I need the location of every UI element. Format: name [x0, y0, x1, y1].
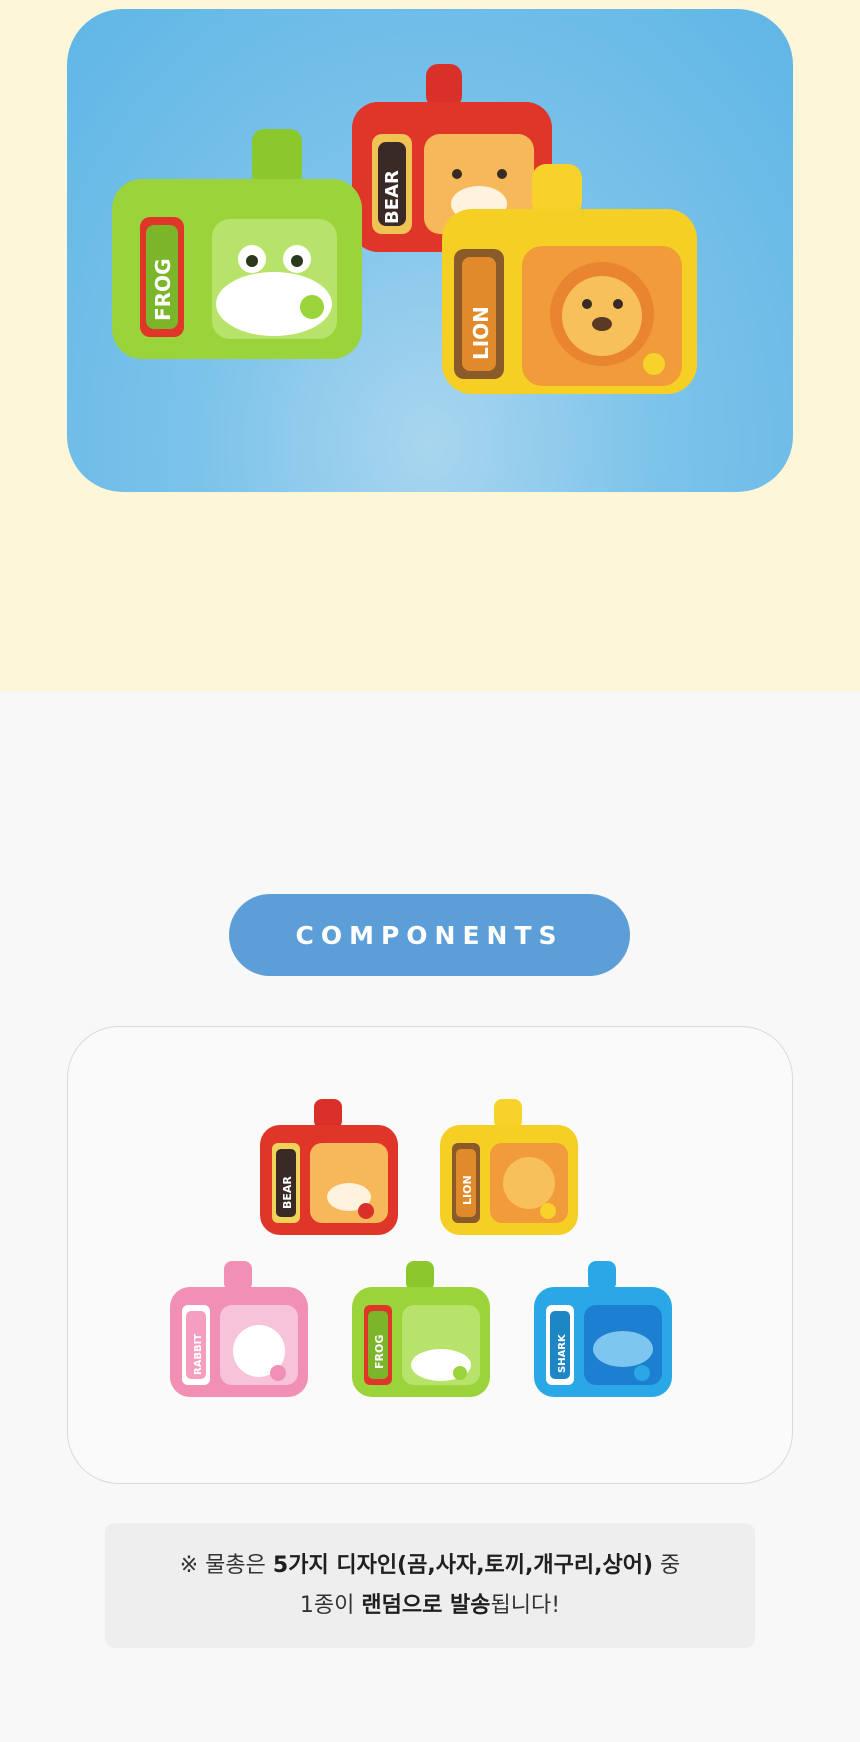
- lion-camera-item: LION: [440, 1099, 578, 1235]
- notice-line-1-suffix: 중: [653, 1552, 681, 1578]
- notice-line-2-suffix: 됩니다!: [490, 1592, 561, 1618]
- random-shipping-notice: ※ 물총은 5가지 디자인(곰,사자,토끼,개구리,상어) 중 1종이 랜덤으로…: [105, 1523, 755, 1648]
- notice-line-2-prefix: 1종이: [299, 1592, 362, 1618]
- shark-item-label: SHARK: [557, 1333, 568, 1373]
- shark-camera-item: SHARK: [534, 1261, 672, 1397]
- notice-line-1-bold: 5가지 디자인(곰,사자,토끼,개구리,상어): [272, 1552, 653, 1578]
- bear-camera-item: BEAR: [260, 1099, 398, 1235]
- frog-item-label: FROG: [373, 1335, 386, 1369]
- notice-line-1-prefix: ※ 물총은: [179, 1552, 273, 1578]
- components-panel: BEAR LION RABBIT FROG SHARK: [67, 1026, 793, 1484]
- frog-camera-item: FROG: [352, 1261, 490, 1397]
- notice-line-2-bold: 랜덤으로 발송: [361, 1592, 491, 1618]
- lion-label: LION: [469, 306, 493, 360]
- bear-item-label: BEAR: [281, 1176, 294, 1209]
- bear-label: BEAR: [382, 170, 403, 224]
- rabbit-camera-item: RABBIT: [170, 1261, 308, 1397]
- lion-item-label: LION: [461, 1175, 474, 1205]
- notice-line-1: ※ 물총은 5가지 디자인(곰,사자,토끼,개구리,상어) 중: [180, 1546, 680, 1586]
- hero-product-photo: BEAR FROG LION: [67, 9, 793, 492]
- notice-line-2: 1종이 랜덤으로 발송됩니다!: [300, 1586, 560, 1626]
- frog-camera-illustration: FROG: [112, 129, 362, 359]
- rabbit-item-label: RABBIT: [193, 1334, 204, 1375]
- components-heading-badge: COMPONENTS: [229, 894, 630, 976]
- frog-label: FROG: [151, 259, 175, 321]
- product-hero-section: BEAR FROG LION: [0, 0, 860, 692]
